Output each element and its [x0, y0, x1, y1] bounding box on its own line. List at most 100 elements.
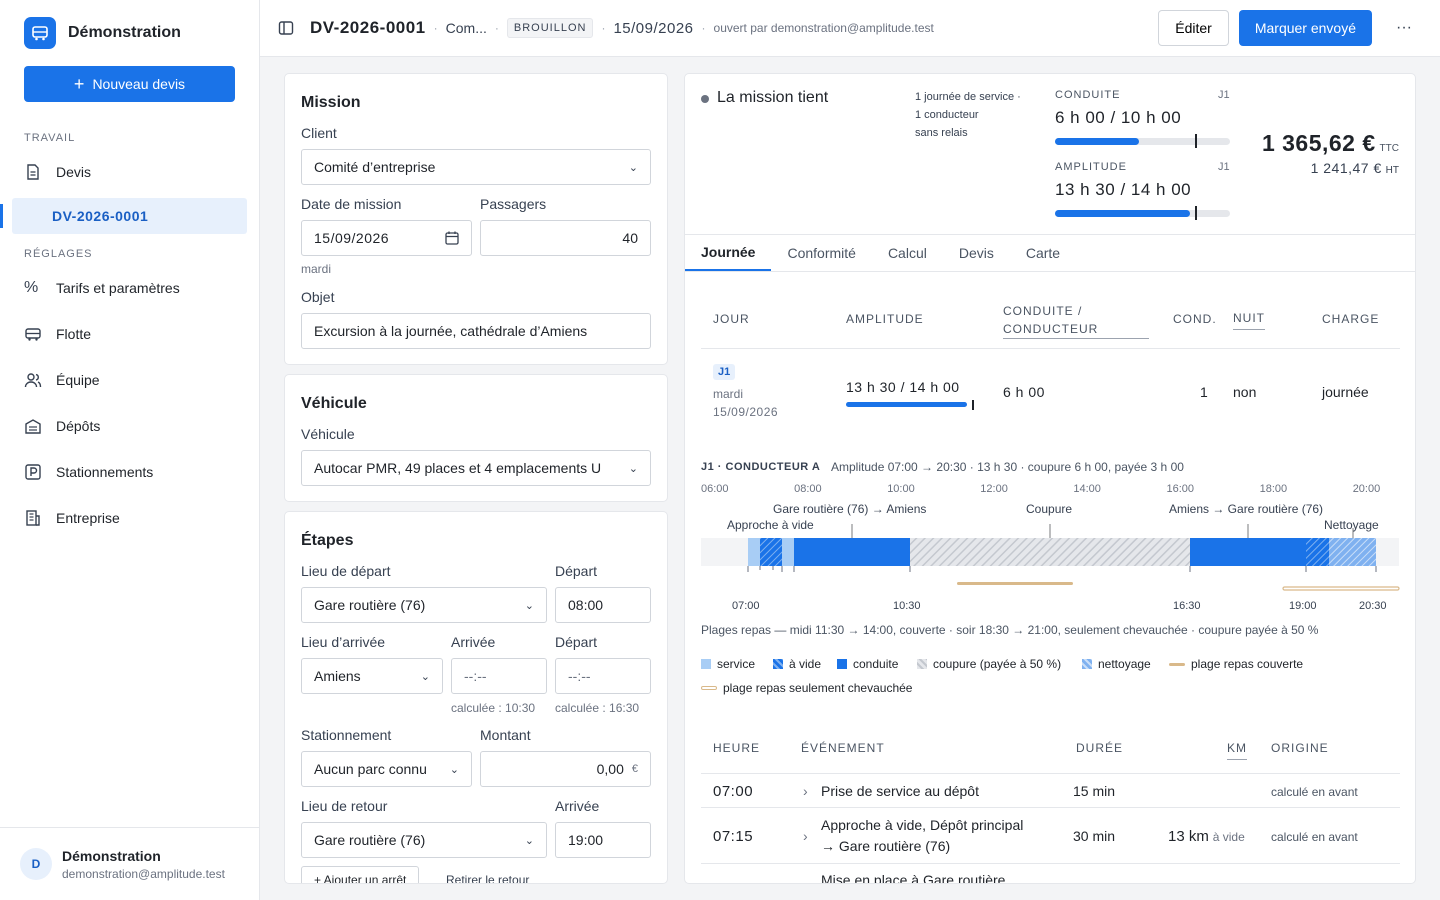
- departure2-computed: calculée : 16:30: [555, 701, 640, 715]
- departure-time-input[interactable]: 08:00: [555, 587, 651, 623]
- sidebar-item-entreprise[interactable]: Entreprise: [0, 500, 259, 536]
- chevron-down-icon: ⌄: [449, 763, 459, 776]
- new-quote-button[interactable]: + Nouveau devis: [24, 66, 235, 102]
- timeline-hour-label: 12:00: [980, 483, 1008, 495]
- sidebar-item-flotte[interactable]: Flotte: [0, 316, 259, 352]
- sidebar-item-label: Dépôts: [56, 418, 101, 434]
- col-conduite: CONDUITE / CONDUCTEUR: [1003, 302, 1149, 339]
- more-icon[interactable]: ···: [1386, 10, 1422, 46]
- mission-date: 15/09/2026: [613, 19, 694, 37]
- return-arrival-label: Arrivée: [555, 798, 600, 814]
- segment-break: [910, 538, 1190, 566]
- date-input[interactable]: 15/09/2026: [301, 220, 472, 256]
- sidebar-item-active-quote[interactable]: DV-2026-0001: [0, 198, 247, 234]
- calendar-icon[interactable]: [445, 231, 459, 245]
- event-time: 07:15: [713, 828, 754, 845]
- tab-journee[interactable]: Journée: [685, 235, 772, 271]
- sidebar-item-stationnements[interactable]: Stationnements: [0, 454, 259, 490]
- amount-value: 0,00: [596, 761, 624, 777]
- edit-button[interactable]: Éditer: [1158, 10, 1229, 46]
- vehicle-value: Autocar PMR, 49 places et 4 emplacements…: [314, 460, 602, 476]
- date-value: 15/09/2026: [314, 230, 390, 246]
- tab-carte[interactable]: Carte: [1010, 235, 1076, 271]
- legend-meal-covered: plage repas couverte: [1169, 657, 1303, 671]
- vehicle-title: Véhicule: [301, 395, 367, 412]
- col-nuit: NUIT: [1233, 311, 1265, 330]
- sidebar-item-label: Entreprise: [56, 510, 120, 526]
- col-conduite-line1: CONDUITE /: [1003, 304, 1083, 318]
- departure2-time-input[interactable]: --:--: [555, 658, 651, 694]
- day-date: 15/09/2026: [713, 405, 779, 419]
- remove-return-link[interactable]: Retirer le retour: [446, 873, 529, 883]
- return-place-select[interactable]: Gare routière (76) ⌄: [301, 822, 547, 858]
- brand[interactable]: Démonstration: [0, 0, 259, 66]
- legend-label: coupure (payée à 50 %): [933, 657, 1062, 671]
- arrival-time-input[interactable]: --:--: [451, 658, 547, 694]
- parking-value: Aucun parc connu: [314, 761, 427, 777]
- brand-name: Démonstration: [68, 24, 181, 41]
- day-amplitude-marker: [972, 400, 974, 410]
- steps-title: Étapes: [301, 532, 354, 549]
- passengers-input[interactable]: 40: [480, 220, 651, 256]
- tab-devis[interactable]: Devis: [943, 235, 1010, 271]
- day-drivers: 1: [1200, 384, 1208, 400]
- return-time-input[interactable]: 19:00: [555, 822, 651, 858]
- sidebar-item-devis[interactable]: Devis: [0, 154, 259, 190]
- ttc-label: TTC: [1379, 143, 1399, 154]
- departure-label: Départ: [555, 563, 598, 579]
- return-place-value: Gare routière (76): [314, 832, 426, 848]
- driving-limit-marker: [1195, 134, 1197, 148]
- col-heure: HEURE: [713, 741, 761, 755]
- col-jour: JOUR: [713, 312, 750, 326]
- meal-overlap-band: [1282, 586, 1400, 591]
- add-stop-button[interactable]: + Ajouter un arrêt: [301, 866, 420, 883]
- col-origine: ORIGINE: [1271, 741, 1329, 755]
- chevron-right-icon[interactable]: ›: [803, 828, 808, 844]
- object-input[interactable]: Excursion à la journée, cathédrale d’Ami…: [301, 313, 651, 349]
- avatar: D: [20, 848, 52, 880]
- col-charge: CHARGE: [1322, 312, 1380, 326]
- info-line: 1 conducteur: [915, 109, 979, 121]
- return-place-label: Lieu de retour: [301, 798, 388, 814]
- sidebar-item-label: Devis: [56, 164, 92, 180]
- driving-day: J1: [1218, 89, 1230, 101]
- client-select[interactable]: Comité d’entreprise ⌄: [301, 149, 651, 185]
- amplitude-limit-marker: [1195, 206, 1197, 220]
- steps-card: Étapes Lieu de départ Gare routière (76)…: [284, 511, 668, 884]
- timeline-hour-label: 14:00: [1073, 483, 1101, 495]
- sidebar-item-tarifs[interactable]: % Tarifs et paramètres: [0, 270, 259, 306]
- vehicle-select[interactable]: Autocar PMR, 49 places et 4 emplacements…: [301, 450, 651, 486]
- legend-empty: à vide: [773, 657, 821, 671]
- sidebar-toggle-icon[interactable]: [278, 20, 294, 36]
- segment-driving: [1190, 538, 1306, 566]
- meal-covered-band: [957, 582, 1073, 585]
- amount-input[interactable]: 0,00 €: [480, 751, 651, 787]
- tick-start: 07:00: [732, 600, 760, 612]
- parking-icon: [25, 464, 41, 480]
- sidebar-item-equipe[interactable]: Équipe: [0, 362, 259, 398]
- parking-select[interactable]: Aucun parc connu ⌄: [301, 751, 472, 787]
- arrival-place-select[interactable]: Amiens ⌄: [301, 658, 443, 694]
- sidebar-item-depots[interactable]: Dépôts: [0, 408, 259, 444]
- section-settings-label: RÉGLAGES: [24, 248, 93, 260]
- tab-conformite[interactable]: Conformité: [771, 235, 871, 271]
- chevron-right-icon[interactable]: ›: [803, 783, 808, 799]
- tab-calcul[interactable]: Calcul: [872, 235, 943, 271]
- arrival-label: Arrivée: [451, 634, 496, 650]
- sidebar-item-label: Stationnements: [56, 464, 154, 480]
- arrival-place-value: Amiens: [314, 668, 361, 684]
- legend-break: coupure (payée à 50 %): [917, 657, 1061, 671]
- warehouse-icon: [25, 419, 41, 434]
- driving-label: CONDUITE: [1055, 89, 1121, 101]
- departure-place-select[interactable]: Gare routière (76) ⌄: [301, 587, 547, 623]
- bus-icon: [24, 17, 56, 49]
- timeline-hour-label: 18:00: [1259, 483, 1288, 495]
- amplitude-day: J1: [1218, 161, 1230, 173]
- driving-bar-fill: [1055, 138, 1139, 145]
- mark-sent-button[interactable]: Marquer envoyé: [1238, 10, 1372, 46]
- day-amplitude-bar: [846, 400, 974, 410]
- event-duration: 15 min: [1073, 783, 1116, 799]
- tick-end: 20:30: [1359, 600, 1387, 612]
- user-profile[interactable]: D Démonstration demonstration@amplitude.t…: [0, 827, 259, 900]
- new-quote-label: Nouveau devis: [92, 76, 186, 92]
